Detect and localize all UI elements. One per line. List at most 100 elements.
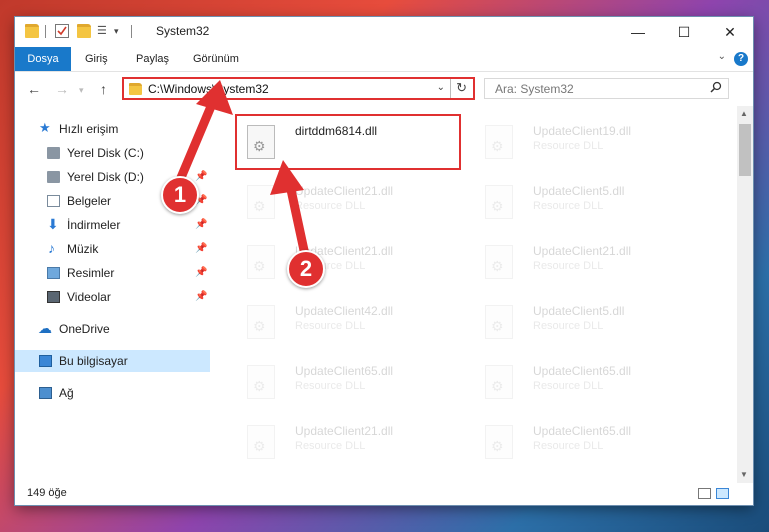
search-icon[interactable] [710,81,722,96]
file-type: Resource DLL [533,440,604,452]
item-count: 149 öğe [27,487,67,499]
close-button[interactable]: ✕ [707,17,753,47]
sidebar-item-label: Ağ [59,386,74,400]
file-type: Resource DLL [295,200,366,212]
annotation-badge-1: 1 [161,176,199,214]
chevron-down-icon[interactable]: ⌄ [718,51,726,62]
scrollbar-thumb[interactable] [739,124,751,176]
file-item[interactable]: ⚙ UpdateClient5.dll Resource DLL [475,296,695,350]
sidebar-item-downloads[interactable]: ⬇ İndirmeler 📌 [15,214,210,236]
sidebar-item-quick-access[interactable]: ★ Hızlı erişim [15,118,210,140]
sidebar-item-label: Belgeler [67,194,112,208]
sidebar-item-network[interactable]: Ağ [15,382,210,404]
gear-icon: ⚙ [491,138,504,154]
computer-icon [39,355,52,367]
dll-file-icon: ⚙ [247,305,275,339]
navigation-pane: ★ Hızlı erişim Yerel Disk (C:) Yerel Dis… [15,106,210,483]
file-item[interactable]: ⚙ UpdateClient21.dll Resource DLL [237,236,457,290]
file-type: Resource DLL [295,320,366,332]
new-folder-icon[interactable] [77,24,91,38]
file-name: UpdateClient65.dll [533,424,632,438]
chevron-down-icon[interactable]: ⌄ [437,82,445,93]
file-highlight-box [235,114,461,170]
folder-icon [25,24,39,38]
tab-file[interactable]: Dosya [15,47,71,71]
sidebar-item-music[interactable]: ♪ Müzik 📌 [15,238,210,260]
file-name: UpdateClient5.dll [533,184,625,198]
sidebar-item-pictures[interactable]: Resimler 📌 [15,262,210,284]
dll-file-icon: ⚙ [485,365,513,399]
sidebar-item-local-disk-c[interactable]: Yerel Disk (C:) [15,142,210,164]
search-placeholder: Ara: System32 [495,82,574,96]
file-type: Resource DLL [533,320,604,332]
details-view-icon[interactable] [698,488,711,499]
title-separator [45,25,46,38]
file-item[interactable]: ⚙ UpdateClient21.dll Resource DLL [475,236,695,290]
refresh-icon[interactable]: ↻ [456,80,467,96]
sidebar-item-label: Müzik [67,242,99,256]
gear-icon: ⚙ [253,438,266,454]
quick-access-dropdown-icon[interactable]: ▾ [114,24,128,38]
address-path[interactable]: C:\Windows\System32 [148,82,269,96]
drive-icon [47,147,60,159]
maximize-button[interactable]: ☐ [661,17,707,47]
scroll-down-icon[interactable]: ▼ [740,470,748,479]
file-item[interactable]: ⚙ UpdateClient65.dll Resource DLL [475,356,695,410]
music-icon: ♪ [48,240,55,256]
file-list: ⚙ dirtddm6814.dll ⚙ UpdateClient19.dll R… [227,106,737,483]
gear-icon: ⚙ [491,318,504,334]
pin-icon[interactable]: 📌 [195,238,207,260]
file-item[interactable]: ⚙ UpdateClient21.dll Resource DLL [237,416,457,470]
file-type: Resource DLL [533,260,604,272]
file-item[interactable]: ⚙ UpdateClient19.dll Resource DLL [475,116,695,170]
file-item[interactable]: ⚙ UpdateClient65.dll Resource DLL [237,356,457,410]
vertical-scrollbar[interactable]: ▲ ▼ [737,106,753,483]
large-icons-view-icon[interactable] [716,488,729,499]
file-name: UpdateClient42.dll [295,304,394,318]
file-name: UpdateClient65.dll [533,364,632,378]
minimize-button[interactable]: — [615,17,661,47]
file-type: Resource DLL [295,380,366,392]
dll-file-icon: ⚙ [247,185,275,219]
dll-file-icon: ⚙ [485,425,513,459]
up-arrow-icon[interactable]: ↑ [100,81,107,97]
address-bar[interactable]: C:\Windows\System32 ⌄ ↻ [122,77,475,100]
pin-icon[interactable]: 📌 [195,166,207,188]
file-item[interactable]: ⚙ UpdateClient5.dll Resource DLL [475,176,695,230]
gear-icon: ⚙ [491,378,504,394]
dll-file-icon: ⚙ [247,365,275,399]
forward-arrow-icon[interactable]: → [55,81,69,97]
sidebar-item-this-pc[interactable]: Bu bilgisayar [15,350,210,372]
tab-home[interactable]: Giriş [85,47,108,71]
videos-icon [47,291,60,303]
file-name: UpdateClient21.dll [533,244,632,258]
cloud-icon: ☁ [38,320,52,336]
dll-file-icon: ⚙ [485,245,513,279]
sidebar-item-label: Bu bilgisayar [59,354,128,368]
sidebar-item-videos[interactable]: Videolar 📌 [15,286,210,308]
search-input[interactable]: Ara: System32 [484,78,729,99]
scroll-up-icon[interactable]: ▲ [740,109,748,118]
file-item[interactable]: ⚙ UpdateClient65.dll Resource DLL [475,416,695,470]
pin-icon[interactable]: 📌 [195,214,207,236]
properties-icon[interactable] [55,24,69,38]
list-view-icon[interactable]: ☰ [97,24,111,38]
recent-dropdown-icon[interactable]: ▾ [79,85,84,96]
file-item[interactable]: ⚙ UpdateClient21.dll Resource DLL [237,176,457,230]
file-item[interactable]: ⚙ UpdateClient42.dll Resource DLL [237,296,457,350]
pin-icon[interactable]: 📌 [195,286,207,308]
file-name: UpdateClient5.dll [533,304,625,318]
annotation-badge-2: 2 [287,250,325,288]
gear-icon: ⚙ [253,198,266,214]
sidebar-item-label: Yerel Disk (C:) [67,146,144,160]
gear-icon: ⚙ [253,318,266,334]
address-divider [450,79,451,98]
tab-view[interactable]: Görünüm [193,47,239,71]
tab-share[interactable]: Paylaş [136,47,169,71]
sidebar-item-onedrive[interactable]: ☁ OneDrive [15,318,210,340]
help-icon[interactable]: ? [734,52,748,66]
pin-icon[interactable]: 📌 [195,262,207,284]
back-arrow-icon[interactable]: ← [27,81,41,97]
title-bar: ☰ ▾ System32 — ☐ ✕ [15,17,753,47]
star-icon: ★ [39,120,51,135]
